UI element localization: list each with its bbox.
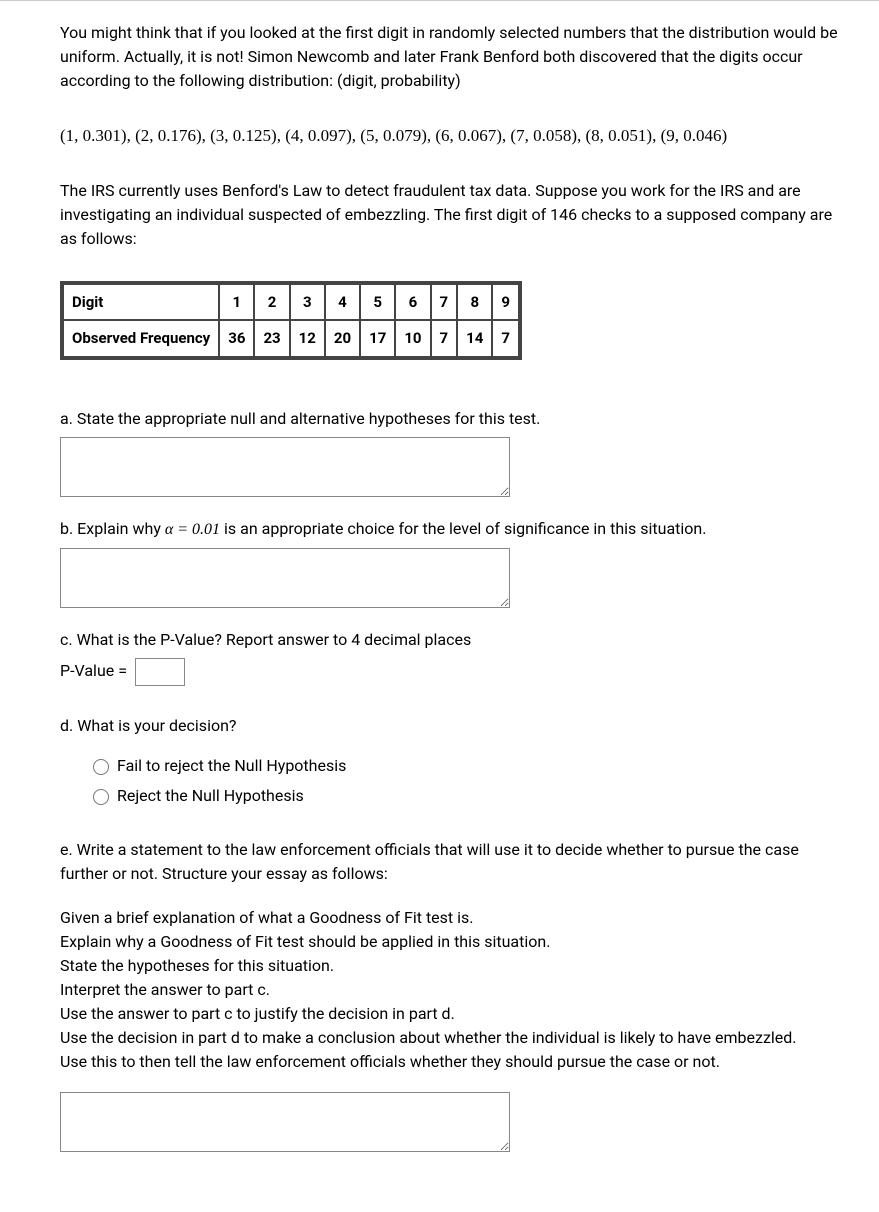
answer-a-input[interactable] (60, 437, 510, 497)
table-cell: 12 (290, 320, 325, 357)
table-cell: 7 (431, 320, 458, 357)
table-cell: 5 (360, 284, 395, 321)
table-row: Digit 1 2 3 4 5 6 7 8 9 (63, 284, 519, 321)
table-cell: 7 (492, 320, 519, 357)
pvalue-input[interactable] (135, 658, 185, 686)
pvalue-label: P-Value = (60, 661, 127, 680)
table-cell: 14 (457, 320, 492, 357)
table-cell: 2 (254, 284, 289, 321)
table-cell: 8 (457, 284, 492, 321)
question-b-suffix: is an appropriate choice for the level o… (220, 519, 706, 538)
answer-e-input[interactable] (60, 1092, 510, 1152)
radio-fail-to-reject[interactable]: Fail to reject the Null Hypothesis (88, 754, 839, 778)
table-cell: 23 (254, 320, 289, 357)
pvalue-row: P-Value = (60, 658, 839, 686)
essay-structure: Given a brief explanation of what a Good… (60, 906, 839, 1074)
essay-line: Interpret the answer to part c. (60, 978, 839, 1002)
table-cell: 3 (290, 284, 325, 321)
essay-line: State the hypotheses for this situation. (60, 954, 839, 978)
intro-text: You might think that if you looked at th… (60, 21, 839, 93)
essay-line: Explain why a Goodness of Fit test shoul… (60, 930, 839, 954)
table-cell: 7 (431, 284, 458, 321)
distribution-list: (1, 0.301), (2, 0.176), (3, 0.125), (4, … (60, 123, 839, 149)
essay-line: Use the decision in part d to make a con… (60, 1026, 839, 1050)
radio-label-fail: Fail to reject the Null Hypothesis (117, 754, 346, 778)
question-c-label: c. What is the P-Value? Report answer to… (60, 628, 839, 652)
table-cell: 6 (395, 284, 430, 321)
question-b-label: b. Explain why α = 0.01 is an appropriat… (60, 517, 839, 542)
essay-line: Use the answer to part c to justify the … (60, 1002, 839, 1026)
radio-label-reject: Reject the Null Hypothesis (117, 784, 304, 808)
radio-input-reject[interactable] (93, 789, 109, 805)
table-cell: 20 (325, 320, 360, 357)
table-cell: 1 (219, 284, 254, 321)
essay-line: Use this to then tell the law enforcemen… (60, 1050, 839, 1074)
question-a-label: a. State the appropriate null and altern… (60, 407, 839, 431)
question-b-prefix: b. Explain why (60, 519, 165, 538)
answer-b-input[interactable] (60, 548, 510, 608)
scenario-text: The IRS currently uses Benford's Law to … (60, 179, 839, 251)
radio-input-fail[interactable] (93, 759, 109, 775)
radio-reject[interactable]: Reject the Null Hypothesis (88, 784, 839, 808)
question-d-label: d. What is your decision? (60, 714, 839, 738)
table-cell: 10 (395, 320, 430, 357)
table-cell: 9 (492, 284, 519, 321)
table-cell: 17 (360, 320, 395, 357)
essay-line: Given a brief explanation of what a Good… (60, 906, 839, 930)
question-e-lead: e. Write a statement to the law enforcem… (60, 838, 839, 886)
table-cell: 36 (219, 320, 254, 357)
alpha-equation: α = 0.01 (165, 521, 220, 538)
question-page: You might think that if you looked at th… (0, 0, 879, 1212)
frequency-table: Digit 1 2 3 4 5 6 7 8 9 Observed Frequen… (60, 281, 522, 360)
table-row: Observed Frequency 36 23 12 20 17 10 7 1… (63, 320, 519, 357)
freq-row-label: Observed Frequency (63, 320, 219, 357)
table-cell: 4 (325, 284, 360, 321)
decision-radio-group: Fail to reject the Null Hypothesis Rejec… (88, 754, 839, 808)
digit-row-label: Digit (63, 284, 219, 321)
